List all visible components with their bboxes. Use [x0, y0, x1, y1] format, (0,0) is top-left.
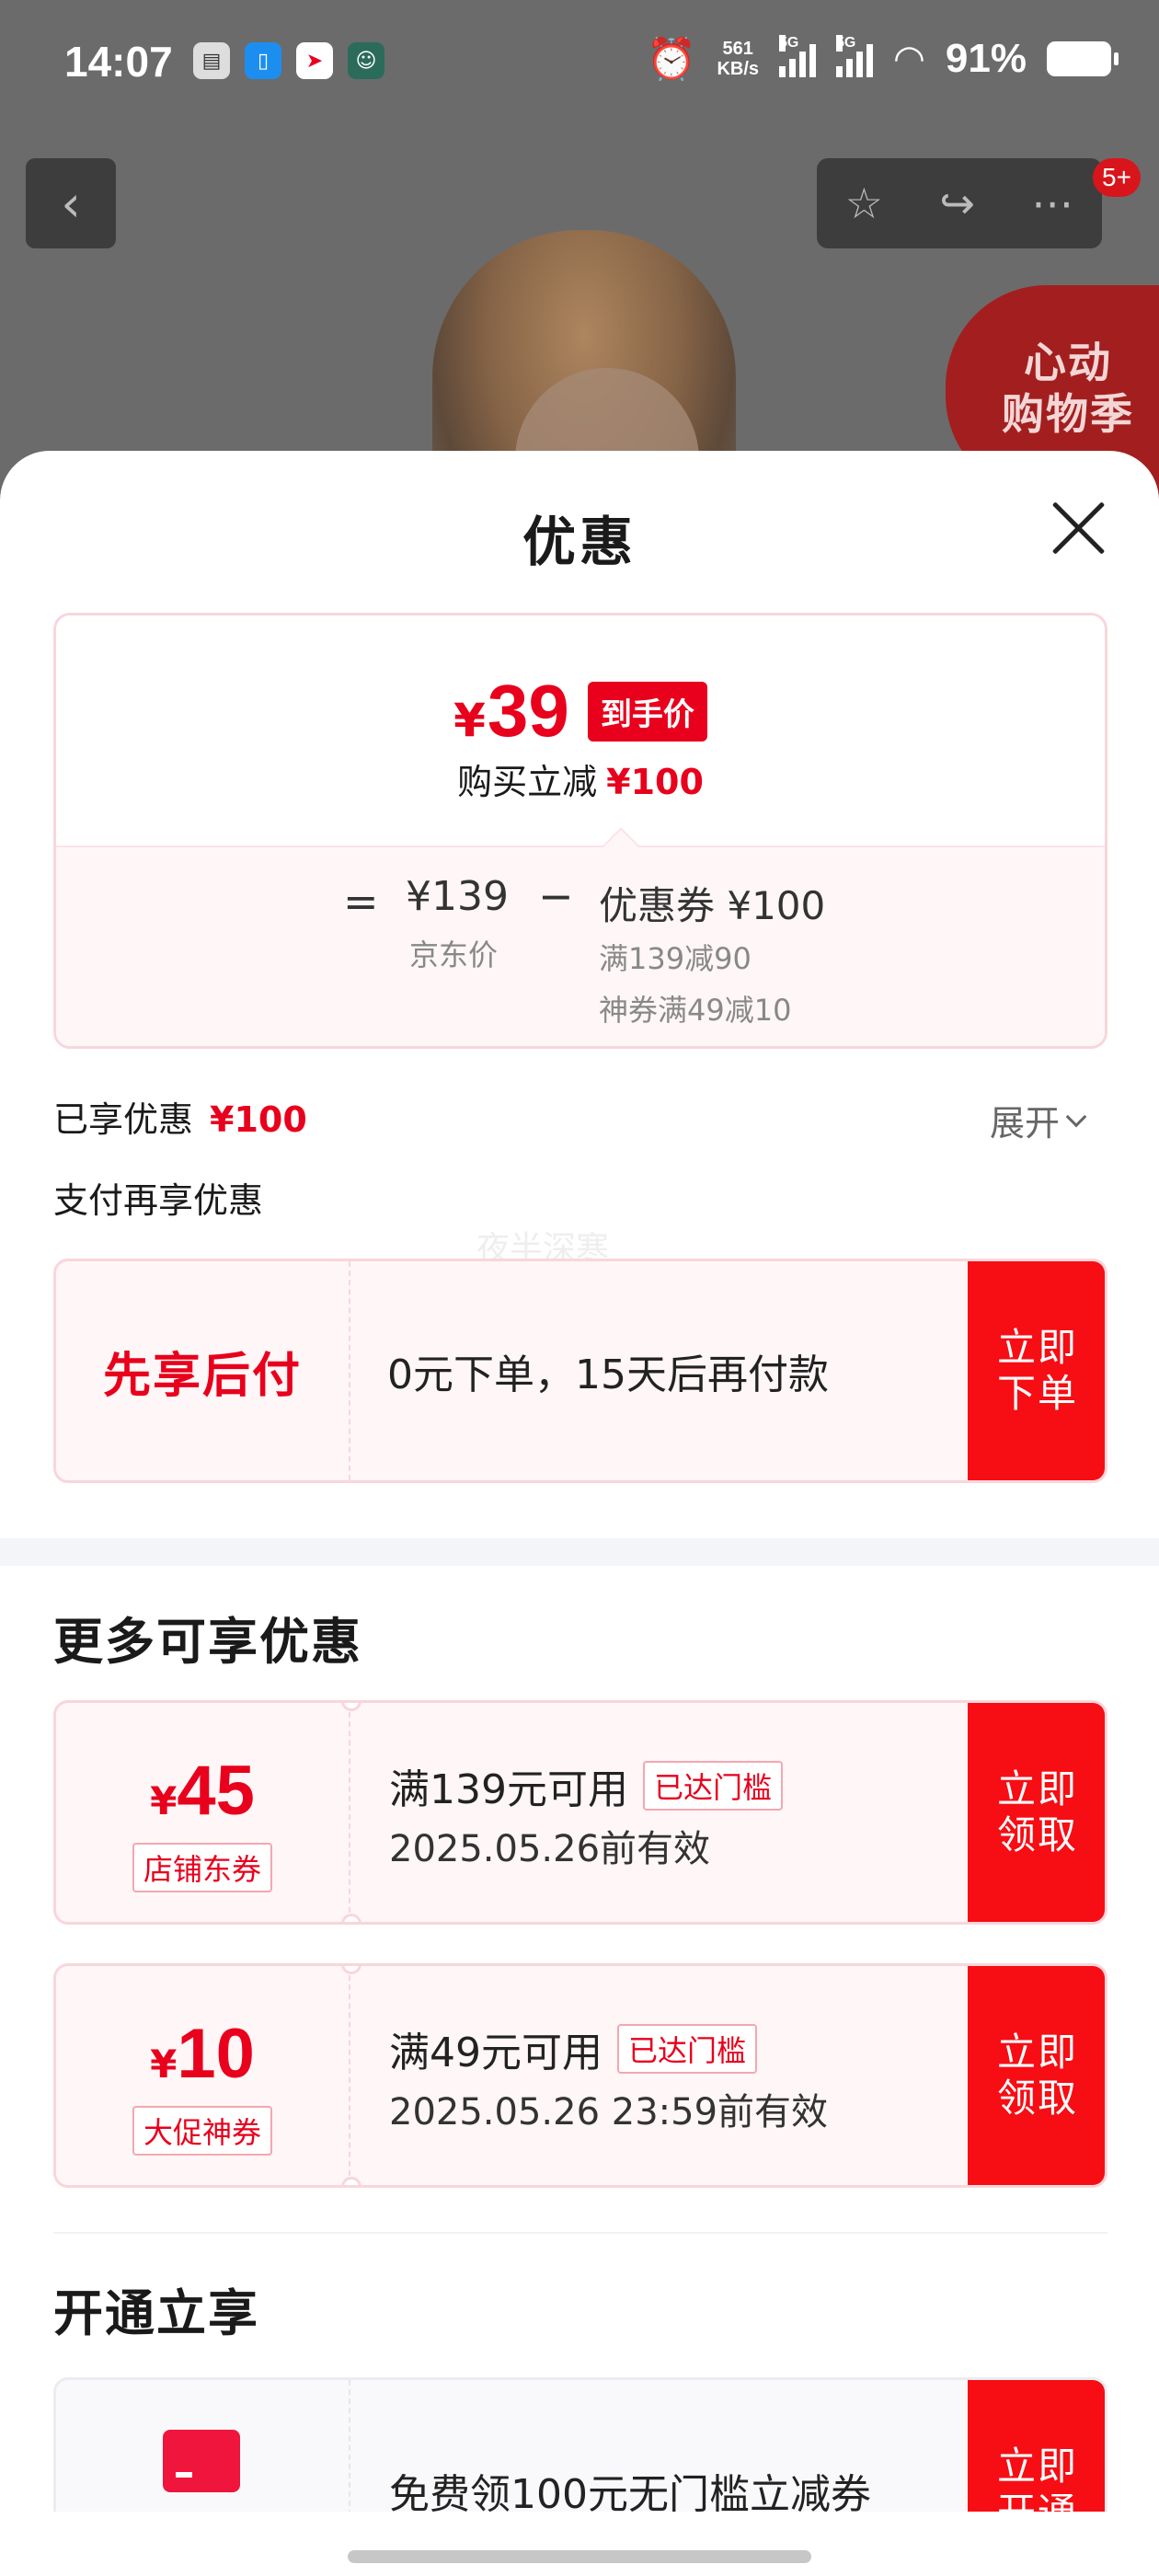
coupon-validity: 2025.05.26 23:59前有效	[389, 2091, 829, 2133]
coupon-type-label: 店铺东券	[132, 1843, 272, 1892]
chevron-down-icon	[1065, 1106, 1087, 1127]
pay-more-label: 支付再享优惠	[53, 1180, 264, 1221]
minus-sign: −	[538, 871, 574, 921]
status-time: 14:07	[64, 38, 173, 86]
claim-coupon-button[interactable]: 立即 领取	[968, 1966, 1105, 2185]
reduction-label: 购买立减	[457, 762, 598, 802]
coupon-detail: 满139减90	[599, 941, 752, 976]
final-price: 39	[487, 670, 569, 752]
button-label-line2: 领取	[996, 2076, 1078, 2121]
coupon-amount: ¥45	[56, 1751, 349, 1831]
coupon-validity: 2025.05.26前有效	[389, 1828, 711, 1870]
battery-percent: 91%	[945, 36, 1027, 81]
coupon-condition: 满49元可用	[389, 2030, 602, 2076]
coupon-type-label: 大促神券	[132, 2106, 272, 2156]
button-label-line1: 立即	[996, 1766, 1078, 1811]
ticket-notch	[341, 2177, 361, 2185]
claim-coupon-button[interactable]: 立即 领取	[968, 1703, 1105, 1922]
final-price-section: ¥ 39 到手价 购买立减 ¥100	[56, 615, 1105, 845]
jd-price: ¥139	[406, 873, 509, 920]
coupon-type: 大促神券	[56, 2106, 349, 2156]
back-button[interactable]: ‹	[26, 158, 116, 248]
app-notification-icon: ▯	[245, 42, 281, 79]
app-notification-icon: ➤	[296, 42, 333, 79]
enjoyed-amount: ¥100	[210, 1099, 307, 1140]
coupon-card: ¥10 大促神券 满49元可用 已达门槛 2025.05.26 23:59前有效 …	[53, 1963, 1107, 2188]
alarm-icon: ⏰	[646, 37, 697, 82]
network-speed-value: 561	[722, 39, 753, 59]
coupon-value: 10	[177, 2015, 255, 2093]
signal-type: 5G	[836, 35, 856, 52]
coupon-info: 满139元可用 已达门槛 2025.05.26前有效	[389, 1756, 783, 1872]
button-label-line1: 立即	[996, 2444, 1078, 2489]
more-icon[interactable]: ⋯	[1031, 178, 1073, 228]
enjoyed-discount: 已享优惠 ¥100	[53, 1091, 307, 1142]
coupon-info: 满49元可用 已达门槛 2025.05.26 23:59前有效	[389, 2019, 828, 2135]
final-price-row: ¥ 39 到手价	[56, 669, 1105, 753]
jd-price-label: 京东价	[409, 937, 499, 972]
favorite-star-icon[interactable]: ☆	[845, 178, 883, 228]
card-icon	[163, 2430, 240, 2492]
final-price-tag: 到手价	[587, 681, 707, 742]
sheet-title: 优惠	[522, 511, 637, 573]
ticket-notch	[341, 1914, 361, 1922]
promo-badge-line2: 购物季	[1002, 389, 1134, 439]
button-label-line2: 下单	[996, 1371, 1078, 1416]
pay-later-title: 先享后付	[56, 1261, 350, 1480]
app-notification-icon: ▤	[193, 42, 230, 79]
equals-sign: =	[343, 877, 379, 926]
signal-icon: 5G	[836, 35, 874, 77]
coupon-status-badge: 已达门槛	[642, 1761, 783, 1811]
status-app-icons: ▤ ▯ ➤ ☺	[193, 42, 384, 79]
order-now-button[interactable]: 立即 下单	[968, 1261, 1105, 1480]
coupon-amount-section: ¥10 大促神券	[56, 1966, 350, 2185]
status-right: ⏰ 561 KB/s 5G 5G ◠ 91%	[646, 35, 1119, 83]
network-speed-unit: KB/s	[717, 59, 760, 79]
coupon-card: ¥45 店铺东券 满139元可用 已达门槛 2025.05.26前有效 立即 领取	[53, 1700, 1107, 1925]
expand-button[interactable]: 展开	[990, 1095, 1087, 1145]
more-discounts-title: 更多可享优惠	[53, 1613, 362, 1671]
nav-actions: ☆ ↪ ⋯	[817, 158, 1102, 248]
yen-symbol: ¥	[150, 1778, 178, 1823]
signal-type: 5G	[779, 35, 799, 52]
coupon-amount-section: ¥45 店铺东券	[56, 1703, 350, 1922]
reduction-amount: ¥100	[606, 762, 704, 802]
notification-badge: 5+	[1093, 158, 1141, 197]
yen-symbol: ¥	[453, 694, 486, 747]
bottom-area	[0, 2512, 1159, 2576]
pay-later-card: 先享后付 0元下单，15天后再付款 立即 下单	[53, 1259, 1107, 1483]
pay-later-description: 0元下单，15天后再付款	[387, 1351, 829, 1398]
close-icon[interactable]	[1049, 499, 1107, 558]
coupon-condition: 满139元可用	[389, 1766, 628, 1813]
button-label-line2: 领取	[996, 1812, 1078, 1857]
coupon-value: 45	[177, 1752, 255, 1830]
coupon-total: 优惠券 ¥100	[599, 883, 826, 928]
app-notification-icon: ☺	[348, 42, 384, 79]
home-indicator[interactable]	[348, 2550, 811, 2563]
reduction-row: 购买立减 ¥100	[56, 753, 1105, 804]
button-label-line1: 立即	[996, 1325, 1078, 1370]
wifi-icon: ◠	[893, 39, 925, 79]
coupon-type: 店铺东券	[56, 1843, 349, 1892]
yen-symbol: ¥	[150, 2041, 178, 2087]
coupon-amount: ¥10	[56, 2014, 349, 2094]
expand-label: 展开	[990, 1103, 1061, 1144]
discount-sheet: 优惠 ¥ 39 到手价 购买立减 ¥100 = ¥139 京东价 − 优惠券 ¥1…	[0, 451, 1159, 2576]
battery-icon	[1047, 41, 1119, 76]
section-separator	[53, 2232, 1107, 2234]
section-divider	[0, 1538, 1159, 1566]
signal-icon: 5G	[779, 35, 817, 77]
coupon-detail: 神券满49减10	[599, 993, 792, 1028]
share-icon[interactable]: ↪	[939, 178, 975, 228]
coupon-status-badge: 已达门槛	[617, 2024, 758, 2074]
enjoyed-label: 已享优惠	[53, 1099, 194, 1140]
price-formula-section: = ¥139 京东价 − 优惠券 ¥100 满139减90 神券满49减10	[56, 827, 1105, 1046]
status-bar: 14:07 ▤ ▯ ➤ ☺ ⏰ 561 KB/s 5G 5G ◠ 91%	[0, 0, 1159, 125]
open-to-enjoy-title: 开通立享	[53, 2284, 259, 2342]
button-label-line1: 立即	[996, 2030, 1078, 2075]
network-speed: 561 KB/s	[717, 39, 759, 79]
price-breakdown-card: ¥ 39 到手价 购买立减 ¥100 = ¥139 京东价 − 优惠券 ¥100 …	[53, 613, 1107, 1049]
